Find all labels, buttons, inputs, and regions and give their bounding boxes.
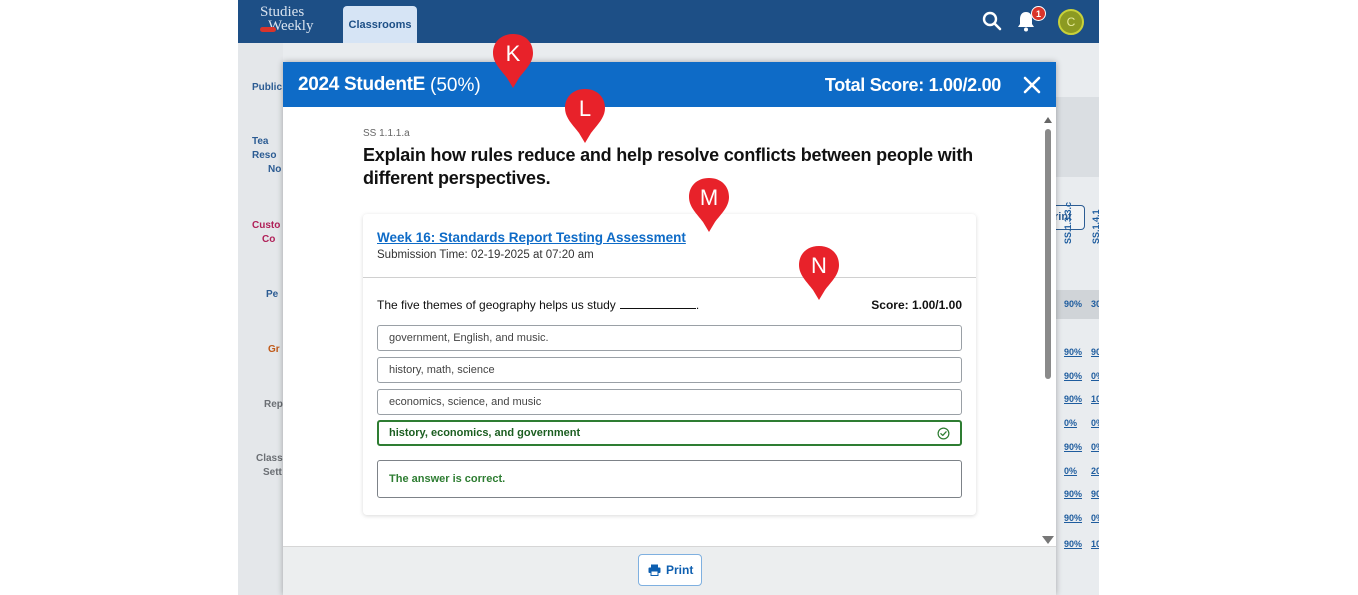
sidebar-item-teacher-resources-line3[interactable]: No [268, 164, 281, 176]
background-table-cell[interactable]: 90% [1064, 371, 1082, 381]
answer-choice-label: history, economics, and government [389, 427, 581, 439]
question-score: Score: 1.00/1.00 [871, 298, 962, 312]
close-icon[interactable] [1022, 75, 1042, 95]
scroll-up-arrow-icon[interactable] [1044, 117, 1052, 123]
sidebar: Public Tea Reso No Custo Co Pe Gr Rep Cl… [238, 43, 283, 595]
sidebar-item-class-settings-line2[interactable]: Sett [263, 467, 282, 479]
answer-choice-label: government, English, and music. [389, 332, 549, 344]
background-table-cell[interactable]: 0% [1091, 418, 1099, 428]
background-table-cell[interactable]: 90% [1064, 442, 1082, 452]
modal-scrollbar[interactable] [1040, 113, 1056, 546]
background-column-header[interactable]: SS.1.3.3.c [1063, 202, 1073, 244]
background-table-cell[interactable]: 90 [1091, 489, 1099, 499]
annotation-marker-k: K [490, 32, 536, 90]
background-table-cell[interactable]: 0% [1091, 371, 1099, 381]
answer-choice: government, English, and music. [377, 325, 962, 351]
print-button-label: Print [666, 563, 694, 577]
answer-feedback: The answer is correct. [377, 460, 962, 498]
answer-choice: economics, science, and music [377, 389, 962, 415]
student-name: 2024 StudentE [298, 74, 426, 95]
total-score: Total Score: 1.00/2.00 [824, 75, 1001, 95]
annotation-marker-label: K [505, 41, 521, 66]
background-column-header[interactable]: SS.1.4.1 [1091, 204, 1099, 244]
tab-classrooms[interactable]: Classrooms [343, 6, 417, 43]
background-table-cell[interactable]: 0% [1091, 513, 1099, 523]
notification-badge[interactable]: 1 [1031, 6, 1046, 21]
annotation-marker-n: N [796, 244, 842, 302]
sidebar-item-reports[interactable]: Rep [264, 399, 283, 411]
assessment-link[interactable]: Week 16: Standards Report Testing Assess… [377, 230, 686, 245]
assessment-card-header: Week 16: Standards Report Testing Assess… [363, 214, 976, 278]
student-percent: (50%) [430, 75, 481, 96]
user-avatar[interactable]: C [1058, 9, 1084, 35]
annotation-marker-label: N [811, 253, 827, 278]
background-table-cell[interactable]: 90 [1091, 347, 1099, 357]
assessment-card: Week 16: Standards Report Testing Assess… [363, 214, 976, 515]
sidebar-item-class-settings-line1[interactable]: Class [256, 453, 283, 465]
modal-footer: Print [283, 546, 1056, 595]
sidebar-item-teacher-resources-line1[interactable]: Tea [252, 136, 269, 148]
background-table-cell[interactable]: 90% [1064, 347, 1082, 357]
background-table-cell[interactable]: 90% [1064, 394, 1082, 404]
answer-blank [619, 299, 696, 309]
background-table-cell[interactable]: 90% [1064, 539, 1082, 549]
question-text: The five themes of geography helps us st… [377, 298, 699, 312]
student-results-modal: 2024 StudentE (50%) Total Score: 1.00/2.… [283, 62, 1056, 595]
standard-description: Explain how rules reduce and help resolv… [363, 145, 973, 188]
studies-weekly-logo[interactable]: Studies Weekly [260, 5, 324, 37]
check-circle-icon [937, 427, 950, 440]
logo-text-line1: Studies [260, 4, 305, 20]
background-table-cell[interactable]: 90% [1064, 513, 1082, 523]
question-period: . [695, 298, 700, 312]
scroll-thumb[interactable] [1045, 129, 1051, 379]
app-bar: Studies Weekly Classrooms 1 C [238, 0, 1099, 43]
annotation-marker-label: L [578, 96, 592, 121]
modal-body[interactable]: SS 1.1.1.a Explain how rules reduce and … [283, 107, 1056, 546]
background-table-cell[interactable]: 30 [1091, 299, 1099, 309]
background-table-cell[interactable]: 0% [1064, 466, 1077, 476]
logo-swoosh-icon [260, 27, 276, 32]
annotation-marker-label: M [699, 185, 719, 210]
background-table-cell[interactable]: 0% [1091, 442, 1099, 452]
sidebar-item-custom-line1[interactable]: Custo [252, 220, 280, 232]
sidebar-item-people[interactable]: Pe [266, 289, 278, 301]
logo-text-line2: Weekly [268, 18, 314, 34]
background-table-cell[interactable]: 10 [1091, 539, 1099, 549]
background-table-cell[interactable]: 90% [1064, 299, 1082, 309]
background-table-cell[interactable]: 0% [1064, 418, 1077, 428]
sidebar-item-grades[interactable]: Gr [268, 344, 280, 356]
app-window: Studies Weekly Classrooms 1 C Public Tea… [238, 0, 1099, 595]
annotation-marker-m: M [686, 176, 732, 234]
answer-choice-correct: history, economics, and government [377, 420, 962, 446]
submission-time: Submission Time: 02-19-2025 at 07:20 am [377, 249, 594, 261]
background-panel [1056, 97, 1099, 177]
question-prompt: The five themes of geography helps us st… [377, 298, 616, 312]
answer-choice: history, math, science [377, 357, 962, 383]
annotation-marker-l: L [562, 87, 608, 145]
background-table-cell[interactable]: 20 [1091, 466, 1099, 476]
standard-code: SS 1.1.1.a [363, 128, 410, 139]
sidebar-item-teacher-resources-line2[interactable]: Reso [252, 150, 276, 162]
modal-header: 2024 StudentE (50%) Total Score: 1.00/2.… [283, 62, 1056, 107]
print-button[interactable]: Print [638, 554, 702, 586]
sidebar-item-publications[interactable]: Public [252, 82, 282, 94]
answer-choice-label: history, math, science [389, 364, 495, 376]
printer-icon [648, 564, 661, 576]
sidebar-item-custom-line2[interactable]: Co [262, 234, 275, 246]
background-table-cell[interactable]: 90% [1064, 489, 1082, 499]
answer-choice-label: economics, science, and music [389, 396, 542, 408]
scroll-down-arrow-icon[interactable] [1042, 536, 1054, 544]
background-table-cell[interactable]: 10 [1091, 394, 1099, 404]
search-icon[interactable] [982, 11, 1002, 31]
